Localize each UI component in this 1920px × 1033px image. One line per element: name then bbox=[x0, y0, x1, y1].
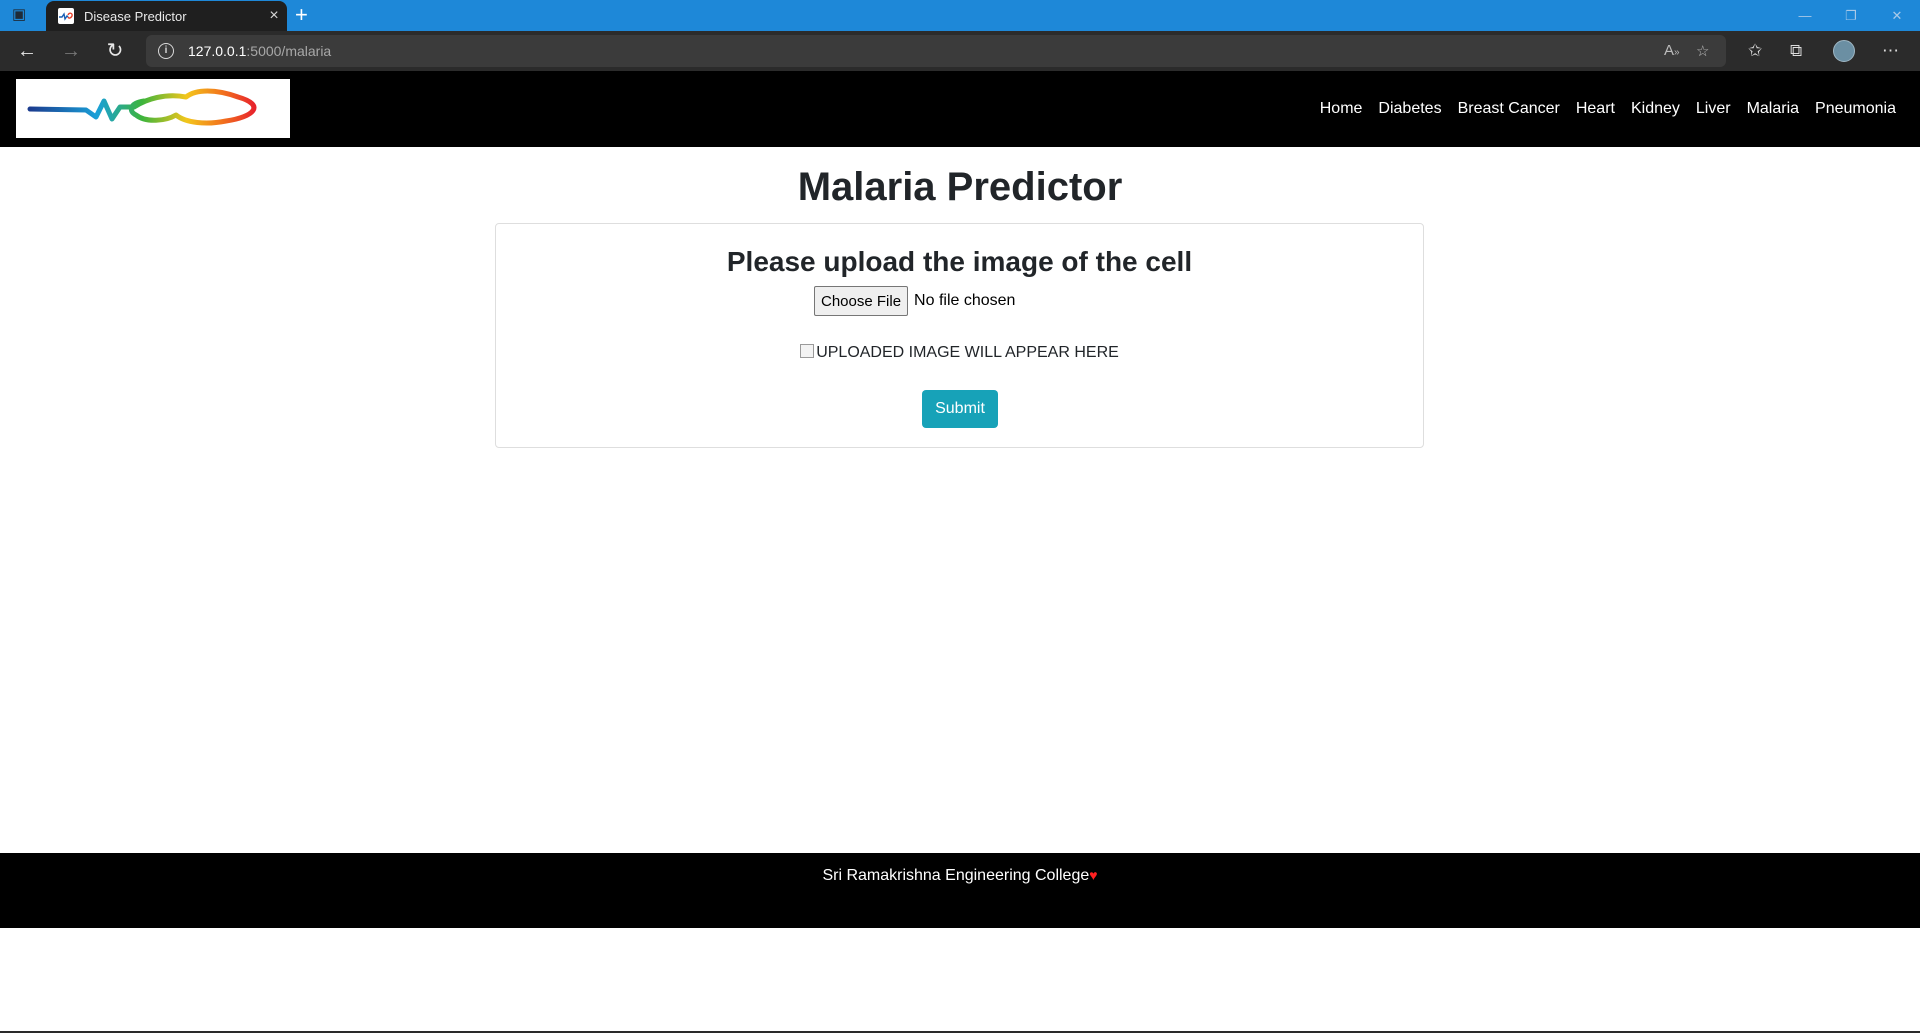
tab-actions-icon[interactable]: ▣ bbox=[12, 7, 30, 23]
nav-home[interactable]: Home bbox=[1320, 100, 1363, 118]
nav-diabetes[interactable]: Diabetes bbox=[1378, 100, 1441, 118]
url-path: :5000/malaria bbox=[246, 43, 332, 59]
more-icon[interactable]: ⋯ bbox=[1882, 41, 1899, 61]
uploaded-image-placeholder: UPLOADED IMAGE WILL APPEAR HERE bbox=[496, 344, 1423, 362]
read-aloud-icon[interactable]: A» bbox=[1664, 42, 1680, 59]
file-status: No file chosen bbox=[914, 292, 1016, 309]
footer-text: Sri Ramakrishna Engineering College♥ bbox=[0, 867, 1920, 885]
url-host: 127.0.0.1 bbox=[188, 43, 247, 59]
nav-heart[interactable]: Heart bbox=[1576, 100, 1615, 118]
close-window-icon[interactable]: ✕ bbox=[1874, 0, 1920, 31]
nav-pneumonia[interactable]: Pneumonia bbox=[1815, 100, 1896, 118]
window-controls: — ❐ ✕ bbox=[1782, 0, 1920, 31]
close-tab-icon[interactable]: × bbox=[261, 7, 287, 25]
favicon-icon bbox=[58, 8, 74, 24]
upload-heading: Please upload the image of the cell bbox=[726, 246, 1193, 277]
choose-file-button[interactable]: Choose File bbox=[814, 286, 909, 316]
nav-malaria[interactable]: Malaria bbox=[1747, 100, 1799, 118]
back-icon[interactable]: ← bbox=[12, 36, 42, 66]
add-favorite-icon[interactable]: ☆ bbox=[1696, 42, 1709, 60]
address-bar[interactable]: i 127.0.0.1:5000/malaria A» ☆ bbox=[146, 35, 1726, 67]
nav-kidney[interactable]: Kidney bbox=[1631, 100, 1680, 118]
tab-title: Disease Predictor bbox=[84, 8, 187, 24]
footer-college: Sri Ramakrishna Engineering College bbox=[822, 867, 1090, 884]
page-title: Malaria Predictor bbox=[797, 165, 1123, 209]
url-text[interactable]: 127.0.0.1:5000/malaria bbox=[188, 43, 331, 59]
file-input[interactable]: Choose File No file chosen bbox=[814, 286, 1016, 316]
favorites-icon[interactable]: ✩ bbox=[1748, 41, 1762, 61]
browser-toolbar: ← → ↻ i 127.0.0.1:5000/malaria A» ☆ ✩ ⧉ … bbox=[0, 31, 1920, 71]
broken-image-icon bbox=[800, 344, 815, 358]
info-icon[interactable]: i bbox=[158, 43, 174, 59]
upload-card: Please upload the image of the cell Choo… bbox=[495, 223, 1424, 448]
heartbeat-logo-icon bbox=[27, 88, 257, 126]
forward-icon[interactable]: → bbox=[56, 36, 86, 66]
submit-button[interactable]: Submit bbox=[922, 390, 998, 428]
browser-tab-bar: ▣ Disease Predictor × + — ❐ ✕ bbox=[0, 0, 1920, 31]
minimize-icon[interactable]: — bbox=[1782, 0, 1828, 31]
heart-icon: ♥ bbox=[1089, 867, 1098, 883]
collections-icon[interactable]: ⧉ bbox=[1790, 41, 1802, 61]
image-alt-text: UPLOADED IMAGE WILL APPEAR HERE bbox=[816, 344, 1119, 361]
nav-breast-cancer[interactable]: Breast Cancer bbox=[1458, 100, 1560, 118]
site-navbar: Home Diabetes Breast Cancer Heart Kidney… bbox=[0, 71, 1920, 147]
footer: Sri Ramakrishna Engineering College♥ bbox=[0, 853, 1920, 928]
site-logo[interactable] bbox=[16, 79, 290, 138]
restore-icon[interactable]: ❐ bbox=[1828, 0, 1874, 31]
profile-icon[interactable] bbox=[1833, 40, 1855, 62]
browser-tab[interactable]: Disease Predictor × bbox=[46, 1, 287, 31]
refresh-icon[interactable]: ↻ bbox=[100, 36, 130, 66]
nav-links: Home Diabetes Breast Cancer Heart Kidney… bbox=[1304, 71, 1896, 147]
nav-liver[interactable]: Liver bbox=[1696, 100, 1731, 118]
new-tab-icon[interactable]: + bbox=[295, 3, 308, 27]
